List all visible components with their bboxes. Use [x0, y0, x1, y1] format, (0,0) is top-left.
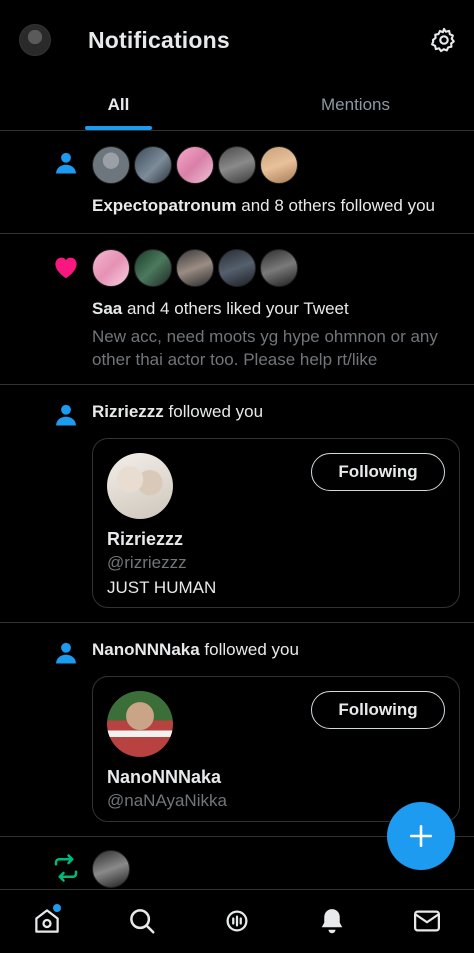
avatar[interactable]: [134, 146, 172, 184]
tab-mentions[interactable]: Mentions: [237, 80, 474, 130]
actor-name[interactable]: Rizriezzz: [92, 402, 164, 421]
notification-text: NanoNNNaka followed you: [92, 640, 299, 660]
notification-rest: followed you: [163, 402, 264, 421]
bell-icon[interactable]: [317, 906, 347, 936]
spaces-icon[interactable]: [222, 906, 252, 936]
search-icon[interactable]: [127, 906, 157, 936]
page-title: Notifications: [88, 27, 230, 53]
avatar[interactable]: [176, 146, 214, 184]
avatar[interactable]: [107, 453, 173, 519]
top-bar: Notifications: [0, 0, 474, 80]
person-icon: [56, 642, 76, 664]
bottom-nav: [0, 889, 474, 953]
screen: Notifications All Mentions Expectopatron…: [0, 0, 474, 953]
retweet-icon: [54, 854, 78, 882]
avatar[interactable]: [107, 691, 173, 757]
mail-icon[interactable]: [412, 906, 442, 936]
compose-plus-icon: [409, 824, 433, 848]
actor-name[interactable]: Saa: [92, 299, 122, 318]
card-name[interactable]: NanoNNNaka: [107, 767, 221, 788]
notification-text: Saa and 4 others liked your Tweet: [92, 299, 349, 319]
person-icon: [56, 404, 76, 426]
notification-item[interactable]: Expectopatronum and 8 others followed yo…: [0, 131, 474, 234]
actor-name[interactable]: NanoNNNaka: [92, 640, 200, 659]
following-button[interactable]: Following: [311, 691, 445, 729]
card-bio: JUST HUMAN: [107, 578, 217, 597]
card-handle: @naNAyaNikka: [107, 791, 227, 810]
notification-rest: followed you: [199, 640, 299, 659]
avatar[interactable]: [260, 249, 298, 287]
notification-item[interactable]: Saa and 4 others liked your Tweet New ac…: [0, 234, 474, 385]
tab-indicator: [85, 126, 152, 130]
compose-button[interactable]: [387, 802, 455, 870]
avatar[interactable]: [218, 249, 256, 287]
user-card[interactable]: Following Rizriezzz @rizriezzz JUST HUMA…: [92, 438, 460, 608]
follower-avatars: [92, 146, 298, 184]
avatar[interactable]: [92, 146, 130, 184]
retweeter-avatars: [92, 850, 130, 888]
avatar[interactable]: [92, 249, 130, 287]
actor-name[interactable]: Expectopatronum: [92, 196, 237, 215]
tweet-preview[interactable]: New acc, need moots yg hype ohmnon or an…: [92, 325, 462, 371]
avatar[interactable]: [134, 249, 172, 287]
notification-rest: and 4 others liked your Tweet: [122, 299, 349, 318]
notification-item[interactable]: Rizriezzz followed you Following Rizriez…: [0, 385, 474, 623]
avatar[interactable]: [92, 850, 130, 888]
avatar[interactable]: [176, 249, 214, 287]
avatar[interactable]: [218, 146, 256, 184]
heart-icon: [55, 257, 77, 279]
gear-icon[interactable]: [430, 26, 458, 54]
user-card[interactable]: Following NanoNNNaka @naNAyaNikka: [92, 676, 460, 822]
tab-bar: All Mentions: [0, 80, 474, 131]
unread-dot: [53, 904, 61, 912]
profile-avatar[interactable]: [19, 24, 51, 56]
following-button[interactable]: Following: [311, 453, 445, 491]
tab-all[interactable]: All: [0, 80, 237, 130]
person-icon: [56, 152, 76, 174]
card-name[interactable]: Rizriezzz: [107, 529, 183, 550]
notification-item[interactable]: NanoNNNaka followed you Following NanoNN…: [0, 623, 474, 837]
notification-text: Rizriezzz followed you: [92, 402, 263, 422]
notification-text: Expectopatronum and 8 others followed yo…: [92, 196, 435, 216]
notification-rest: and 8 others followed you: [236, 196, 435, 215]
liker-avatars: [92, 249, 298, 287]
avatar[interactable]: [260, 146, 298, 184]
card-handle: @rizriezzz: [107, 553, 187, 572]
